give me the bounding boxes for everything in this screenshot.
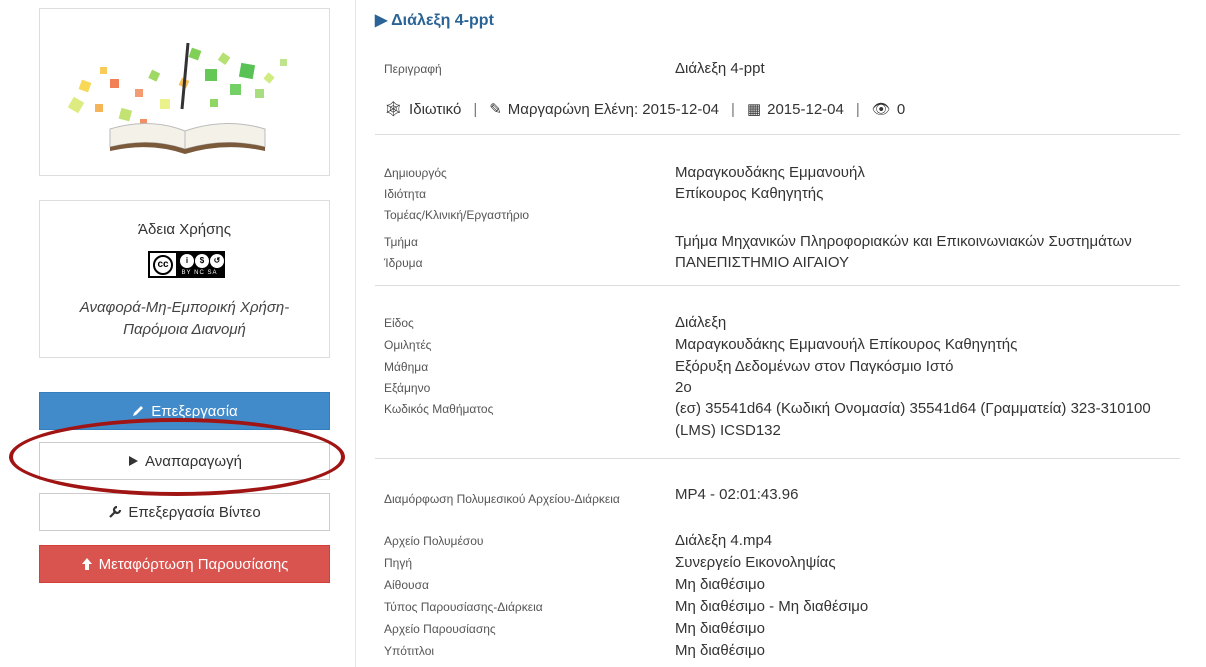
license-title: Άδεια Χρήσης	[138, 221, 231, 238]
cc-icon: cc	[150, 253, 176, 276]
info-label: Ομιλητές	[384, 338, 432, 352]
info-label: Τμήμα	[384, 235, 418, 249]
info-label: Αρχείο Πολυμέσου	[384, 534, 484, 548]
edit-button-label: Επεξεργασία	[151, 402, 238, 420]
info-value: Μη διαθέσιμο	[675, 576, 765, 593]
info-label: Υπότιτλοι	[384, 644, 435, 658]
info-value: Συνεργείο Εικονοληψίας	[675, 554, 836, 571]
pencil-icon: ✎	[489, 101, 502, 118]
license-panel: Άδεια Χρήσης cc i $ ↺ BY NC SA Αναφορά-Μ…	[39, 200, 330, 358]
info-value: Μη διαθέσιμο	[675, 642, 765, 659]
lecture-title[interactable]: ▶ Διάλεξη 4-ppt	[375, 10, 494, 30]
cc-conditions: i $ ↺ BY NC SA	[176, 253, 224, 276]
info-label: Είδος	[384, 316, 414, 330]
info-value: Μη διαθέσιμο - Μη διαθέσιμο	[675, 598, 869, 615]
info-value: Μαραγκουδάκης Εμμανουήλ Επίκουρος Καθηγη…	[675, 336, 1018, 353]
upload-button-label: Μεταφόρτωση Παρουσίασης	[98, 555, 289, 573]
info-label: Αρχείο Παρουσίασης	[384, 622, 496, 636]
views-count: 0	[896, 100, 906, 118]
info-label: Ιδιότητα	[384, 187, 427, 201]
info-label: Μάθημα	[384, 360, 429, 374]
editor-text: Μαργαρώνη Ελένη: 2015-12-04	[507, 100, 720, 118]
meta-separator: |	[855, 100, 860, 118]
info-label: Αίθουσα	[384, 578, 429, 592]
info-value: (εσ) 35541d64 (Κωδική Ονομασία) 35541d64…	[675, 400, 1151, 439]
meta-separator: |	[731, 100, 735, 118]
visibility-text: Ιδιωτικό	[409, 100, 462, 118]
section-divider	[375, 285, 1180, 286]
pencil-icon	[133, 406, 144, 416]
info-label: Δημιουργός	[384, 166, 447, 180]
book-illustration	[67, 42, 287, 154]
info-value: Μη διαθέσιμο	[675, 620, 765, 637]
edit-video-button-label: Επεξεργασία Βίντεο	[128, 503, 261, 521]
description-row: Περιγραφή Διάλεξη 4-ppt	[384, 58, 1186, 80]
info-value: ΠΑΝΕΠΙΣΤΗΜΙΟ ΑΙΓΑΙΟΥ	[675, 254, 850, 271]
info-value: Διάλεξη	[675, 314, 727, 331]
attribution-icon: i	[180, 254, 194, 268]
arrow-up-icon	[81, 558, 92, 570]
description-value: Διάλεξη 4-ppt	[675, 60, 765, 77]
privacy-icon: 🕸	[384, 101, 404, 118]
upload-presentation-button[interactable]: Μεταφόρτωση Παρουσίασης	[39, 545, 330, 583]
meta-separator: |	[473, 100, 478, 118]
lecture-title-text: Διάλεξη 4-ppt	[391, 12, 494, 29]
column-divider	[355, 0, 356, 667]
sharealike-icon: ↺	[210, 254, 224, 268]
creative-commons-badge[interactable]: cc i $ ↺ BY NC SA	[148, 251, 225, 278]
info-label: Τομέας/Κλινική/Εργαστήριο	[384, 208, 530, 222]
play-icon	[129, 456, 138, 466]
section-divider	[375, 134, 1180, 135]
description-label: Περιγραφή	[384, 62, 442, 76]
play-button[interactable]: Αναπαραγωγή	[39, 442, 330, 480]
views-icon: 👁	[871, 101, 891, 118]
play-button-label: Αναπαραγωγή	[145, 452, 242, 470]
play-icon: ▶	[375, 12, 388, 29]
info-value: 2ο	[675, 379, 692, 396]
license-name: Αναφορά-Μη-Εμπορική Χρήση-Παρόμοια Διανο…	[79, 299, 290, 338]
calendar-icon: ▦	[746, 101, 762, 118]
info-value: Εξόρυξη Δεδομένων στον Παγκόσμιο Ιστό	[675, 358, 954, 375]
info-value: Τμήμα Μηχανικών Πληροφοριακών και Επικοι…	[675, 233, 1132, 250]
date-text: 2015-12-04	[767, 100, 844, 118]
wrench-icon	[109, 505, 122, 518]
info-label: Διαμόρφωση Πολυμεσικού Αρχείου-Διάρκεια	[384, 492, 620, 506]
lecture-thumbnail	[39, 8, 330, 176]
cc-badge-label: BY NC SA	[181, 270, 218, 276]
info-label: Τύπος Παρουσίασης-Διάρκεια	[384, 600, 543, 614]
section-divider	[375, 458, 1180, 459]
info-label: Κωδικός Μαθήματος	[384, 402, 494, 416]
edit-button[interactable]: Επεξεργασία	[39, 392, 330, 430]
info-value: MP4 - 02:01:43.96	[675, 486, 799, 503]
info-label: Ίδρυμα	[384, 256, 423, 270]
edit-video-button[interactable]: Επεξεργασία Βίντεο	[39, 493, 330, 531]
info-value: Μαραγκουδάκης Εμμανουήλ	[675, 164, 865, 181]
info-value: Διάλεξη 4.mp4	[675, 532, 773, 549]
lecture-meta: 🕸 Ιδιωτικό | ✎ Μαργαρώνη Ελένη: 2015-12-…	[384, 100, 906, 119]
info-value: Επίκουρος Καθηγητής	[675, 185, 824, 202]
noncommercial-icon: $	[195, 254, 209, 268]
info-label: Πηγή	[384, 556, 413, 570]
info-label: Εξάμηνο	[384, 381, 431, 395]
